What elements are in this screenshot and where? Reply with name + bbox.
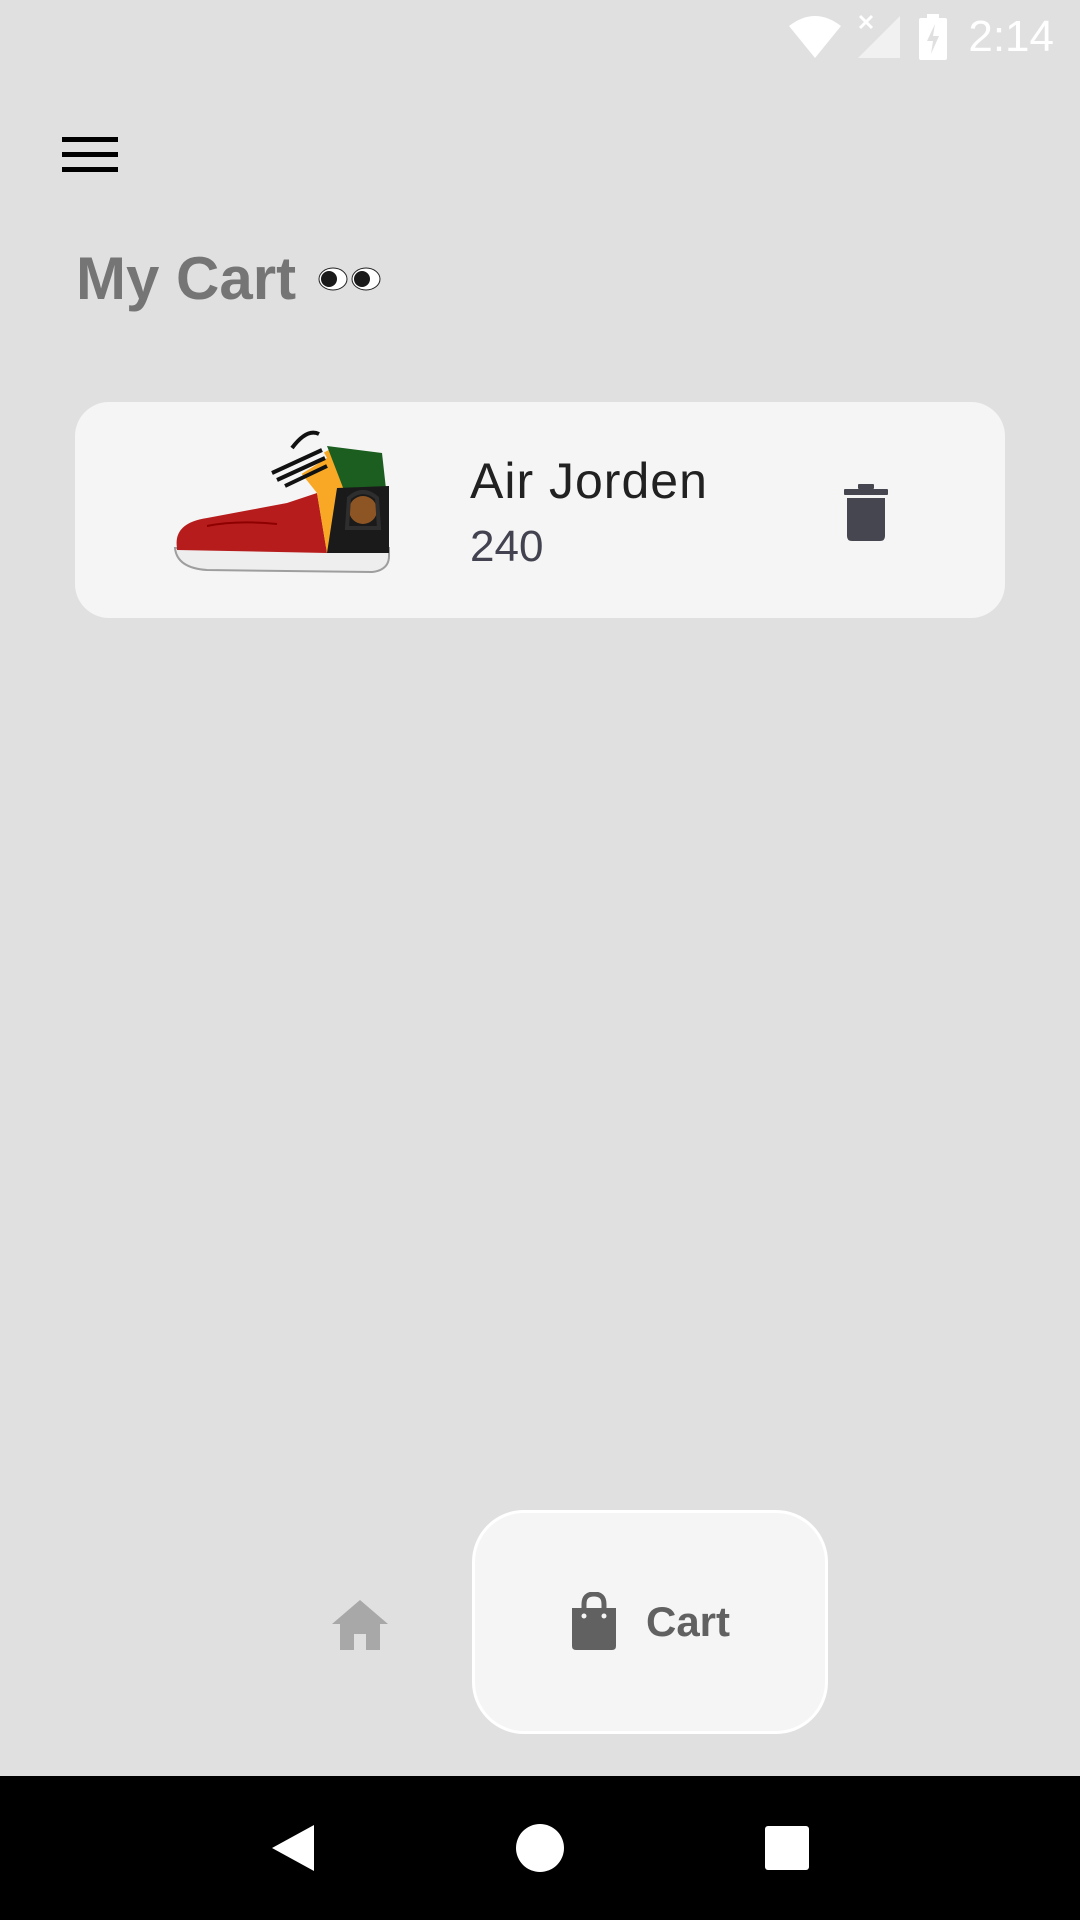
system-recents-button[interactable]: [747, 1808, 827, 1888]
cart-screen: 2:14 My Cart Air Jorden 240 Cart: [0, 0, 1080, 1920]
battery-charging-icon: [919, 14, 948, 60]
wifi-icon: [789, 16, 842, 58]
system-home-button[interactable]: [500, 1808, 580, 1888]
cart-item-card[interactable]: Air Jorden 240: [75, 402, 1005, 618]
shopping-bag-icon: [571, 1592, 616, 1650]
nav-cart-button[interactable]: Cart: [472, 1510, 828, 1734]
home-circle-icon: [515, 1824, 564, 1872]
product-price: 240: [470, 522, 544, 571]
system-back-button[interactable]: [253, 1808, 333, 1888]
nav-home-button[interactable]: [320, 1590, 400, 1660]
system-navigation-bar: [0, 1776, 1080, 1920]
status-time: 2:14: [968, 12, 1054, 61]
trash-icon: [844, 484, 888, 541]
cell-signal-off-icon: [858, 14, 901, 58]
nav-cart-label: Cart: [645, 1598, 731, 1645]
bottom-navigation: Cart: [0, 1500, 1080, 1740]
page-title-text: My Cart: [76, 245, 297, 312]
status-bar: 2:14: [0, 0, 1080, 74]
delete-item-button[interactable]: [830, 477, 902, 549]
menu-button[interactable]: [62, 120, 152, 190]
page-title: My Cart: [76, 244, 382, 313]
back-icon: [272, 1825, 315, 1871]
hamburger-menu-icon: [62, 137, 118, 172]
product-name: Air Jorden: [470, 453, 708, 509]
eyes-icon: [318, 264, 382, 294]
home-icon: [332, 1600, 388, 1650]
sneaker-image: [173, 430, 390, 574]
recents-square-icon: [764, 1826, 809, 1870]
